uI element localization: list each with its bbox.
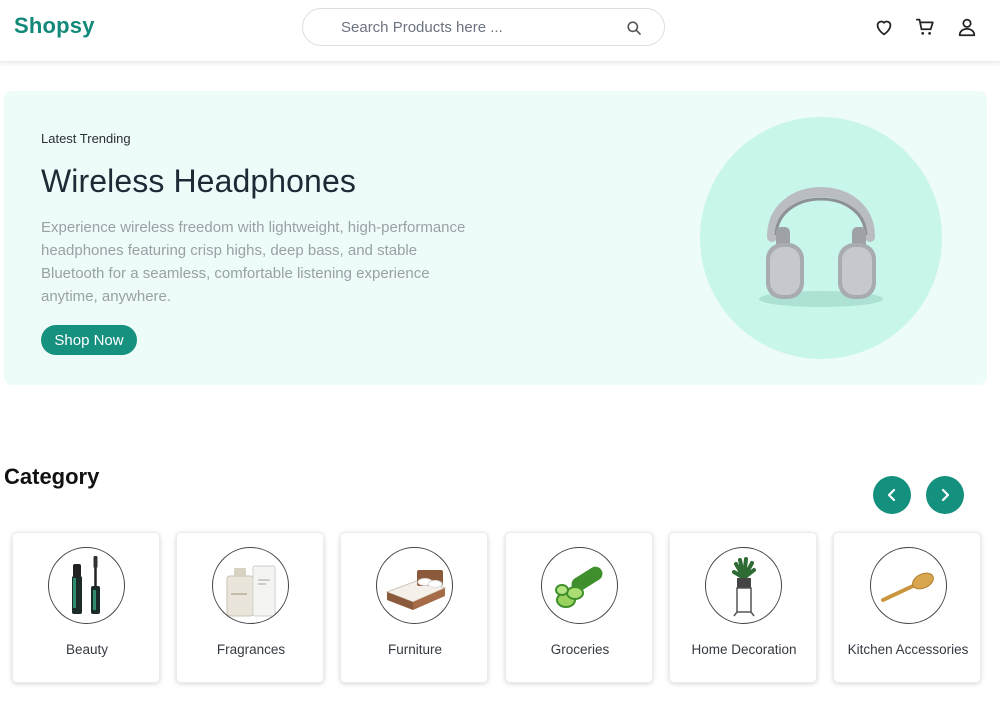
category-thumb: [48, 547, 125, 624]
mascara-image: [72, 556, 100, 614]
spatula-image: [881, 572, 934, 602]
headphones-image: [759, 187, 883, 307]
category-card-fragrances[interactable]: Fragrances: [176, 532, 324, 683]
category-card-furniture[interactable]: Furniture: [340, 532, 488, 683]
category-next-button[interactable]: [926, 476, 964, 514]
perfume-image: [226, 565, 276, 617]
logo[interactable]: Shopsy: [14, 13, 95, 39]
category-card-home-decoration[interactable]: Home Decoration: [669, 532, 817, 683]
category-label: Beauty: [65, 642, 109, 657]
category-card-kitchen-accessories[interactable]: Kitchen Accessories: [833, 532, 981, 683]
category-card-beauty[interactable]: Beauty: [12, 532, 160, 683]
category-prev-button[interactable]: [873, 476, 911, 514]
top-header: Shopsy: [0, 0, 1000, 62]
category-thumb: [705, 547, 782, 624]
bed-image: [385, 570, 447, 610]
hero-title: Wireless Headphones: [41, 163, 356, 199]
category-thumb: [212, 547, 289, 624]
chevron-right-icon: [941, 488, 950, 502]
hero-subtitle: Latest Trending: [41, 131, 131, 146]
category-thumb: [870, 547, 947, 624]
plant-image: [732, 557, 756, 617]
cucumber-image: [555, 566, 603, 608]
category-label: Furniture: [387, 642, 443, 657]
category-label: Groceries: [550, 642, 610, 657]
category-label: Kitchen Accessories: [847, 642, 969, 657]
hero-image-circle: [700, 117, 942, 359]
hero-description: Experience wireless freedom with lightwe…: [41, 219, 466, 305]
category-label: Fragrances: [216, 642, 286, 657]
category-title: Category: [4, 464, 100, 489]
category-card-groceries[interactable]: Groceries: [505, 532, 653, 683]
category-label: Home Decoration: [691, 642, 797, 657]
search-icon[interactable]: [626, 20, 642, 36]
search-bar[interactable]: [302, 8, 665, 46]
shop-now-button[interactable]: Shop Now: [41, 325, 137, 355]
search-input[interactable]: [341, 17, 611, 37]
chevron-left-icon: [887, 488, 896, 502]
category-thumb: [376, 547, 453, 624]
heart-icon[interactable]: [873, 16, 895, 38]
cart-icon[interactable]: [914, 16, 936, 38]
user-icon[interactable]: [956, 16, 978, 38]
hero-banner: Latest Trending Wireless Headphones Expe…: [4, 91, 987, 385]
category-thumb: [541, 547, 618, 624]
